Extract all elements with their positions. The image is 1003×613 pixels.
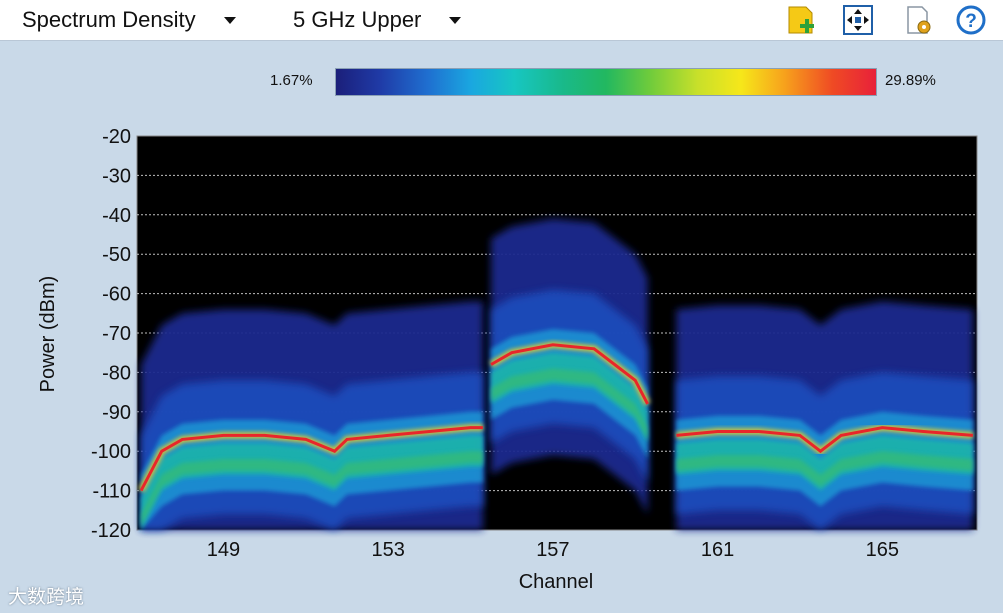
x-tick-label: 165 bbox=[866, 539, 899, 561]
y-tick-label: -70 bbox=[102, 323, 131, 345]
y-tick-label: -60 bbox=[102, 284, 131, 306]
y-tick-label: -90 bbox=[102, 402, 131, 424]
y-axis-label: Power (dBm) bbox=[37, 276, 59, 393]
y-tick-label: -120 bbox=[91, 520, 131, 542]
x-tick-label: 153 bbox=[371, 539, 404, 561]
spectrum-density-chart: -20 -30 -40 -50 -60 -70 -80 -90 -100 -110 -120 149… bbox=[37, 126, 978, 593]
y-tick-label: -50 bbox=[102, 244, 131, 266]
x-tick-label: 157 bbox=[536, 539, 569, 561]
y-tick-label: -110 bbox=[92, 481, 131, 503]
y-tick-label: -40 bbox=[102, 205, 131, 227]
x-tick-label: 161 bbox=[701, 539, 734, 561]
y-tick-label: -30 bbox=[102, 165, 131, 187]
y-tick-label: -20 bbox=[102, 126, 131, 148]
x-axis-label: Channel bbox=[519, 571, 594, 593]
watermark: 大数跨境 bbox=[8, 587, 85, 608]
x-tick-label: 149 bbox=[207, 539, 240, 561]
y-tick-label: -80 bbox=[102, 362, 131, 384]
y-tick-label: -100 bbox=[91, 441, 131, 463]
